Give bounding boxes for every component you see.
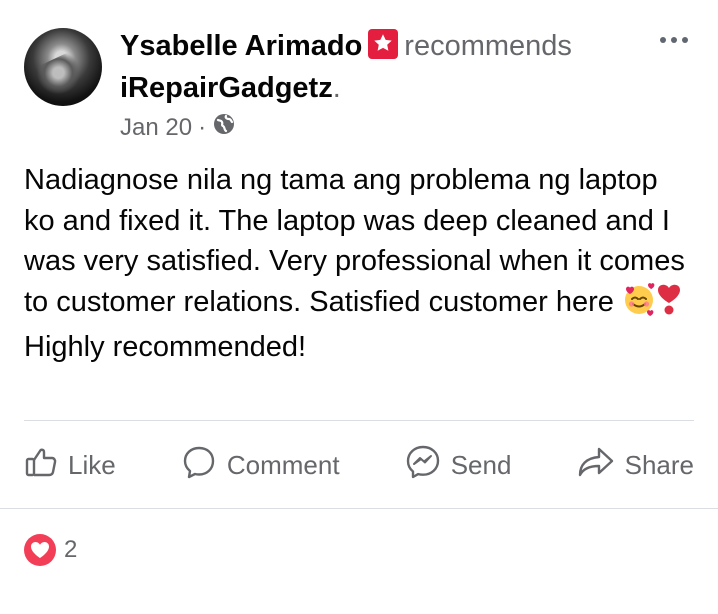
author-name[interactable]: Ysabelle Arimado [120,30,362,62]
share-label: Share [624,449,694,480]
messenger-icon [405,444,441,487]
like-button[interactable]: Like [24,445,116,486]
globe-icon [212,112,236,143]
post-meta: Jan 20 · [120,112,236,143]
heart-reaction-icon [24,534,56,566]
reactions-divider [0,508,718,509]
thumbs-up-icon [24,445,58,486]
star-recommendation-icon [368,29,399,59]
post-header: Ysabelle Arimado recommends iRepairGadget… [24,24,698,144]
meta-separator: · [198,113,207,141]
page-name-suffix: . [332,72,341,104]
reaction-summary[interactable]: 2 [24,534,77,566]
send-button[interactable]: Send [405,444,512,487]
content-divider [24,420,694,421]
comment-label: Comment [226,449,340,480]
reaction-count: 2 [64,536,78,563]
post-text-part-2: Highly recommended! [24,331,307,363]
post-body: Nadiagnose nila ng tama ang problema ng … [24,160,694,368]
post-text-part-1: Nadiagnose nila ng tama ang problema ng … [24,164,685,318]
like-label: Like [68,449,116,480]
action-bar: Like Comment Send Share [24,440,694,490]
author-avatar[interactable] [24,28,102,106]
author-line: Ysabelle Arimado recommends [120,28,572,64]
share-button[interactable]: Share [577,445,694,486]
recommends-verb: recommends [404,30,572,62]
send-label: Send [450,449,512,480]
post-date[interactable]: Jan 20 [120,114,192,142]
share-arrow-icon [577,445,615,486]
smiling-face-with-hearts-emoji [622,282,656,328]
heart-exclamation-emoji [656,282,682,328]
recommended-page-line: iRepairGadgetz. [120,70,341,106]
more-options-icon[interactable] [656,30,692,50]
recommended-page-name[interactable]: iRepairGadgetz [120,72,333,104]
comment-bubble-icon [181,444,217,487]
comment-button[interactable]: Comment [181,444,340,487]
